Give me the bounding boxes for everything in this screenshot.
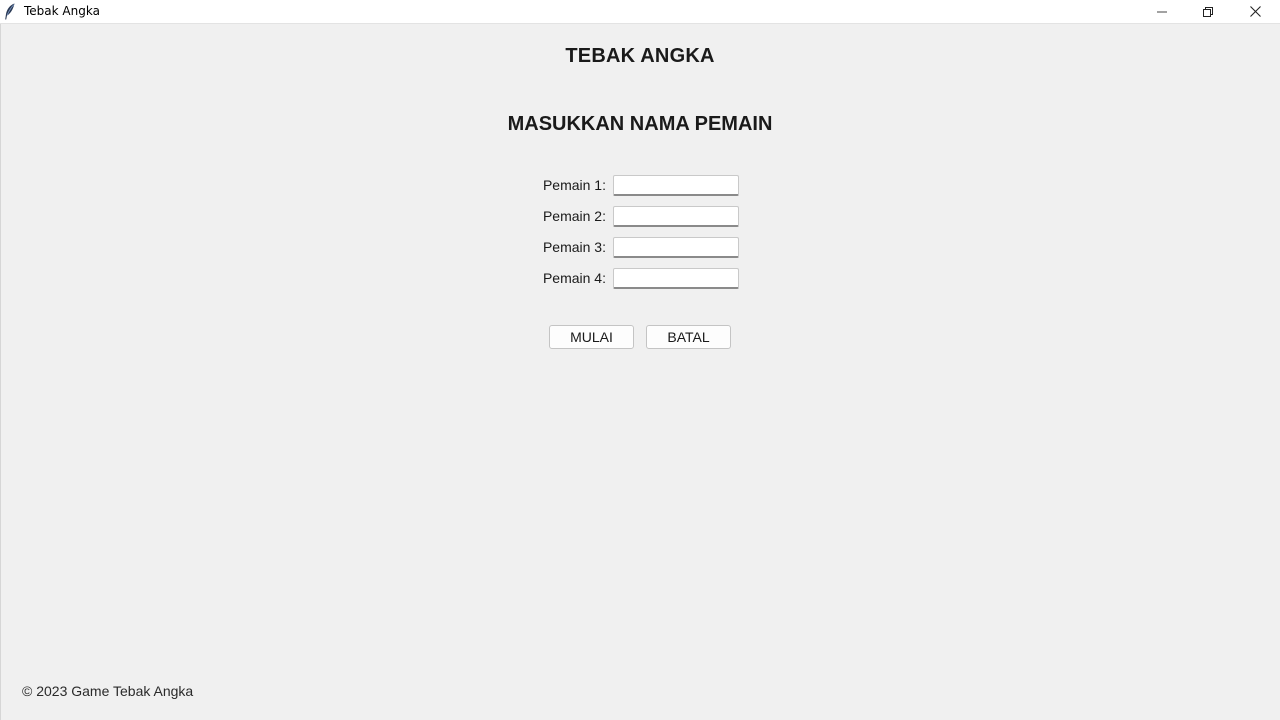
minimize-button[interactable]	[1139, 0, 1185, 23]
player-1-input[interactable]	[613, 175, 739, 196]
app-window: Tebak Angka TEBAK ANGKA MASUKKAN NAMA PE…	[0, 0, 1280, 720]
player-4-input[interactable]	[613, 268, 739, 289]
player-1-label: Pemain 1:	[542, 177, 606, 193]
player-3-label: Pemain 3:	[542, 239, 606, 255]
restore-icon	[1203, 6, 1213, 17]
minimize-icon	[1157, 11, 1167, 12]
close-icon	[1249, 6, 1261, 17]
player-4-label: Pemain 4:	[542, 270, 606, 286]
player-row-2: Pemain 2:	[0, 206, 1280, 228]
player-row-1: Pemain 1:	[0, 175, 1280, 197]
game-title: TEBAK ANGKA	[565, 45, 715, 67]
window-title: Tebak Angka	[24, 4, 100, 18]
player-2-label: Pemain 2:	[542, 208, 606, 224]
title-bar[interactable]: Tebak Angka	[0, 0, 1280, 24]
copyright-footer: © 2023 Game Tebak Angka	[22, 683, 194, 699]
restore-button[interactable]	[1185, 0, 1231, 23]
start-button[interactable]: MULAI	[549, 325, 634, 349]
cancel-button[interactable]: BATAL	[646, 325, 731, 349]
enter-player-names-heading: MASUKKAN NAMA PEMAIN	[507, 113, 773, 135]
close-button[interactable]	[1232, 0, 1278, 23]
player-row-4: Pemain 4:	[0, 268, 1280, 290]
player-2-input[interactable]	[613, 206, 739, 227]
feather-icon	[5, 3, 15, 20]
player-row-3: Pemain 3:	[0, 237, 1280, 259]
player-3-input[interactable]	[613, 237, 739, 258]
